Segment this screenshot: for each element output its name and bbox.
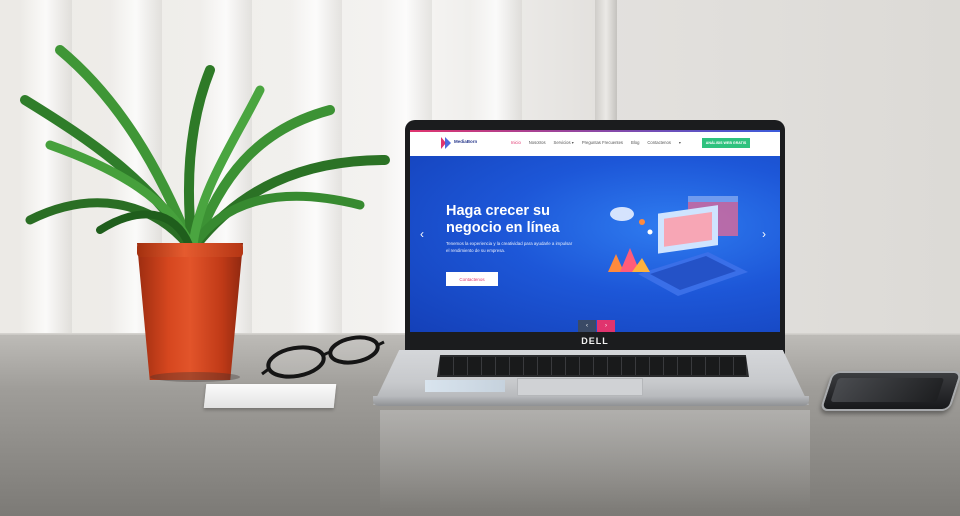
laptop-touchpad <box>517 378 643 396</box>
logo-text[interactable]: MediaBorn <box>454 139 477 144</box>
nav-item-language[interactable]: ▾ <box>679 140 681 145</box>
site-header: MediaBorn Inicio Nosotros Servicios ▾ Pr… <box>410 130 780 156</box>
nav-item-inicio[interactable]: Inicio <box>511 140 521 145</box>
laptop-sticker <box>425 380 505 392</box>
nav-item-blog[interactable]: Blog <box>631 140 639 145</box>
flower-pot <box>137 243 243 380</box>
laptop-brand-logo: DELL <box>581 336 609 346</box>
smartphone <box>819 371 960 411</box>
notepad <box>203 384 337 408</box>
nav-item-nosotros[interactable]: Nosotros <box>529 140 546 145</box>
slider-prev-button[interactable]: ‹ <box>578 320 596 332</box>
plant-leaves <box>20 45 390 250</box>
hero-title: Haga crecer su negocio en línea <box>446 203 560 236</box>
slider-next-button[interactable]: › <box>597 320 615 332</box>
hero-banner: Haga crecer su negocio en línea Tenemos … <box>410 156 780 332</box>
desk-scene: MediaBorn Inicio Nosotros Servicios ▾ Pr… <box>0 0 960 516</box>
desk-reflection <box>380 410 810 510</box>
nav-item-preguntas[interactable]: Preguntas Frecuentes <box>582 140 623 145</box>
nav-item-contactenos[interactable]: Contactenos <box>647 140 671 145</box>
free-analysis-button[interactable]: ANÁLISIS WEB GRATIS <box>702 138 750 148</box>
hero-illustration <box>608 196 748 296</box>
chevron-left-icon[interactable]: ‹ <box>420 227 424 241</box>
pot-shadow <box>150 372 240 382</box>
phone-screen <box>830 378 945 402</box>
flower-pot-rim <box>137 243 243 257</box>
eyeglasses <box>261 335 385 379</box>
laptop-screen: MediaBorn Inicio Nosotros Servicios ▾ Pr… <box>410 130 780 332</box>
hero-subtitle: Tenemos la experiencia y la creatividad … <box>446 241 573 253</box>
hero-contact-button[interactable]: Contactenos <box>446 272 498 286</box>
header-accent-bar <box>410 130 780 132</box>
nav-item-servicios[interactable]: Servicios ▾ <box>554 140 574 145</box>
logo-mark-icon <box>441 137 451 149</box>
chevron-right-icon[interactable]: › <box>762 227 766 241</box>
site-nav: Inicio Nosotros Servicios ▾ Preguntas Fr… <box>511 140 681 145</box>
keyboard-keys <box>440 357 746 375</box>
laptop-base-front <box>373 396 809 406</box>
